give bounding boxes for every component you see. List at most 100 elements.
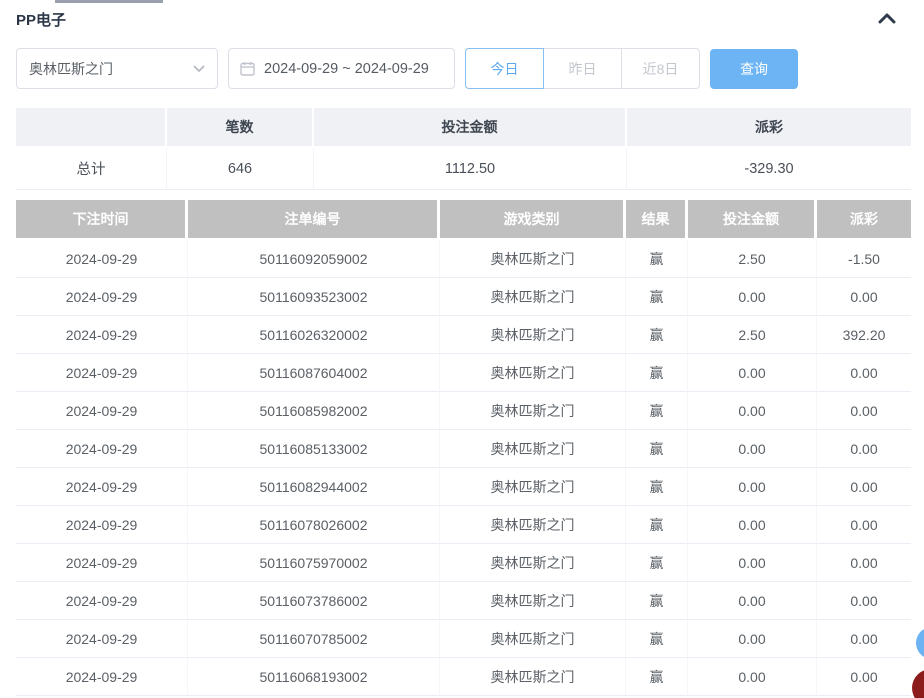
- cell-bet-amount: 0.00: [688, 430, 817, 468]
- cell-payout: 0.00: [817, 392, 911, 430]
- filter-bar: 奥林匹斯之门 2024-09-29 ~ 2024-09-29 今日 昨日 近8日…: [16, 48, 798, 89]
- chevron-up-icon: [877, 12, 897, 26]
- cell-order-no: 50116068193002: [188, 658, 440, 696]
- cell-result: 赢: [626, 544, 688, 582]
- cell-bet-amount: 0.00: [688, 582, 817, 620]
- cell-result: 赢: [626, 506, 688, 544]
- cell-game-category: 奥林匹斯之门: [440, 658, 626, 696]
- cell-game-category: 奥林匹斯之门: [440, 316, 626, 354]
- game-select[interactable]: 奥林匹斯之门: [16, 48, 218, 89]
- cell-payout: 0.00: [817, 506, 911, 544]
- date-range-value: 2024-09-29 ~ 2024-09-29: [264, 60, 429, 77]
- cell-game-category: 奥林匹斯之门: [440, 468, 626, 506]
- chevron-down-icon: [193, 65, 205, 73]
- cell-bet-amount: 0.00: [688, 278, 817, 316]
- cell-order-no: 50116093523002: [188, 278, 440, 316]
- cell-order-no: 50116073786002: [188, 582, 440, 620]
- summary-table: 笔数 投注金额 派彩 总计 646 1112.50 -329.30: [16, 108, 911, 190]
- summary-header-empty: [16, 108, 167, 148]
- cell-result: 赢: [626, 392, 688, 430]
- calendar-icon: [240, 61, 255, 76]
- cell-bet-time: 2024-09-29: [16, 392, 188, 430]
- cell-bet-time: 2024-09-29: [16, 506, 188, 544]
- table-row: 2024-09-29 50116085982002 奥林匹斯之门 赢 0.00 …: [16, 392, 911, 430]
- table-row: 2024-09-29 50116093523002 奥林匹斯之门 赢 0.00 …: [16, 278, 911, 316]
- detail-header-bet-amount: 投注金额: [688, 200, 817, 240]
- table-row: 2024-09-29 50116026320002 奥林匹斯之门 赢 2.50 …: [16, 316, 911, 354]
- summary-header-payout: 派彩: [627, 108, 911, 148]
- cell-result: 赢: [626, 354, 688, 392]
- summary-total-row: 总计 646 1112.50 -329.30: [16, 148, 911, 190]
- cell-bet-time: 2024-09-29: [16, 278, 188, 316]
- cell-result: 赢: [626, 430, 688, 468]
- cell-payout: 0.00: [817, 468, 911, 506]
- quick-range-last8days-button[interactable]: 近8日: [621, 48, 700, 89]
- page-title: PP电子: [16, 12, 67, 29]
- cell-payout: -1.50: [817, 240, 911, 278]
- summary-total-bet-amount: 1112.50: [314, 148, 627, 190]
- cell-order-no: 50116082944002: [188, 468, 440, 506]
- quick-range-today-button[interactable]: 今日: [465, 48, 544, 89]
- cell-payout: 0.00: [817, 544, 911, 582]
- cell-game-category: 奥林匹斯之门: [440, 620, 626, 658]
- quick-range-yesterday-button[interactable]: 昨日: [543, 48, 622, 89]
- cell-bet-time: 2024-09-29: [16, 658, 188, 696]
- cell-bet-amount: 2.50: [688, 240, 817, 278]
- query-button[interactable]: 查询: [710, 48, 798, 89]
- summary-total-count: 646: [167, 148, 314, 190]
- quick-range-button-group: 今日 昨日 近8日: [465, 48, 700, 89]
- cell-payout: 0.00: [817, 354, 911, 392]
- collapse-panel-button[interactable]: [877, 12, 897, 26]
- date-range-picker[interactable]: 2024-09-29 ~ 2024-09-29: [228, 48, 455, 89]
- bet-records-table: 下注时间 注单编号 游戏类别 结果 投注金额 派彩 2024-09-29 501…: [16, 200, 911, 696]
- cell-order-no: 50116092059002: [188, 240, 440, 278]
- cell-payout: 0.00: [817, 582, 911, 620]
- detail-header-payout: 派彩: [817, 200, 911, 240]
- cell-bet-time: 2024-09-29: [16, 240, 188, 278]
- detail-table-body: 2024-09-29 50116092059002 奥林匹斯之门 赢 2.50 …: [16, 240, 911, 696]
- cell-game-category: 奥林匹斯之门: [440, 354, 626, 392]
- cell-game-category: 奥林匹斯之门: [440, 278, 626, 316]
- cell-game-category: 奥林匹斯之门: [440, 240, 626, 278]
- table-row: 2024-09-29 50116092059002 奥林匹斯之门 赢 2.50 …: [16, 240, 911, 278]
- cell-bet-amount: 0.00: [688, 506, 817, 544]
- cell-bet-amount: 0.00: [688, 354, 817, 392]
- cell-bet-amount: 2.50: [688, 316, 817, 354]
- cell-bet-amount: 0.00: [688, 468, 817, 506]
- top-edge-fragment: [55, 0, 163, 3]
- cell-game-category: 奥林匹斯之门: [440, 582, 626, 620]
- detail-header-game-category: 游戏类别: [440, 200, 626, 240]
- cell-bet-amount: 0.00: [688, 658, 817, 696]
- cell-game-category: 奥林匹斯之门: [440, 506, 626, 544]
- cell-bet-amount: 0.00: [688, 392, 817, 430]
- cell-bet-time: 2024-09-29: [16, 620, 188, 658]
- floating-action-button-red[interactable]: [912, 669, 924, 698]
- cell-bet-amount: 0.00: [688, 544, 817, 582]
- cell-payout: 0.00: [817, 658, 911, 696]
- summary-total-payout: -329.30: [627, 148, 911, 190]
- detail-header-bet-time: 下注时间: [16, 200, 188, 240]
- summary-header-row: 笔数 投注金额 派彩: [16, 108, 911, 148]
- cell-bet-time: 2024-09-29: [16, 316, 188, 354]
- cell-result: 赢: [626, 316, 688, 354]
- table-row: 2024-09-29 50116085133002 奥林匹斯之门 赢 0.00 …: [16, 430, 911, 468]
- cell-bet-time: 2024-09-29: [16, 468, 188, 506]
- cell-order-no: 50116070785002: [188, 620, 440, 658]
- cell-bet-time: 2024-09-29: [16, 430, 188, 468]
- cell-game-category: 奥林匹斯之门: [440, 544, 626, 582]
- table-row: 2024-09-29 50116087604002 奥林匹斯之门 赢 0.00 …: [16, 354, 911, 392]
- cell-order-no: 50116075970002: [188, 544, 440, 582]
- cell-bet-time: 2024-09-29: [16, 354, 188, 392]
- table-row: 2024-09-29 50116068193002 奥林匹斯之门 赢 0.00 …: [16, 658, 911, 696]
- cell-payout: 0.00: [817, 430, 911, 468]
- game-select-value: 奥林匹斯之门: [29, 60, 113, 77]
- floating-action-button-blue[interactable]: [916, 627, 924, 659]
- table-row: 2024-09-29 50116073786002 奥林匹斯之门 赢 0.00 …: [16, 582, 911, 620]
- cell-payout: 0.00: [817, 620, 911, 658]
- detail-header-result: 结果: [626, 200, 688, 240]
- cell-result: 赢: [626, 468, 688, 506]
- cell-result: 赢: [626, 582, 688, 620]
- cell-order-no: 50116026320002: [188, 316, 440, 354]
- cell-order-no: 50116078026002: [188, 506, 440, 544]
- cell-game-category: 奥林匹斯之门: [440, 392, 626, 430]
